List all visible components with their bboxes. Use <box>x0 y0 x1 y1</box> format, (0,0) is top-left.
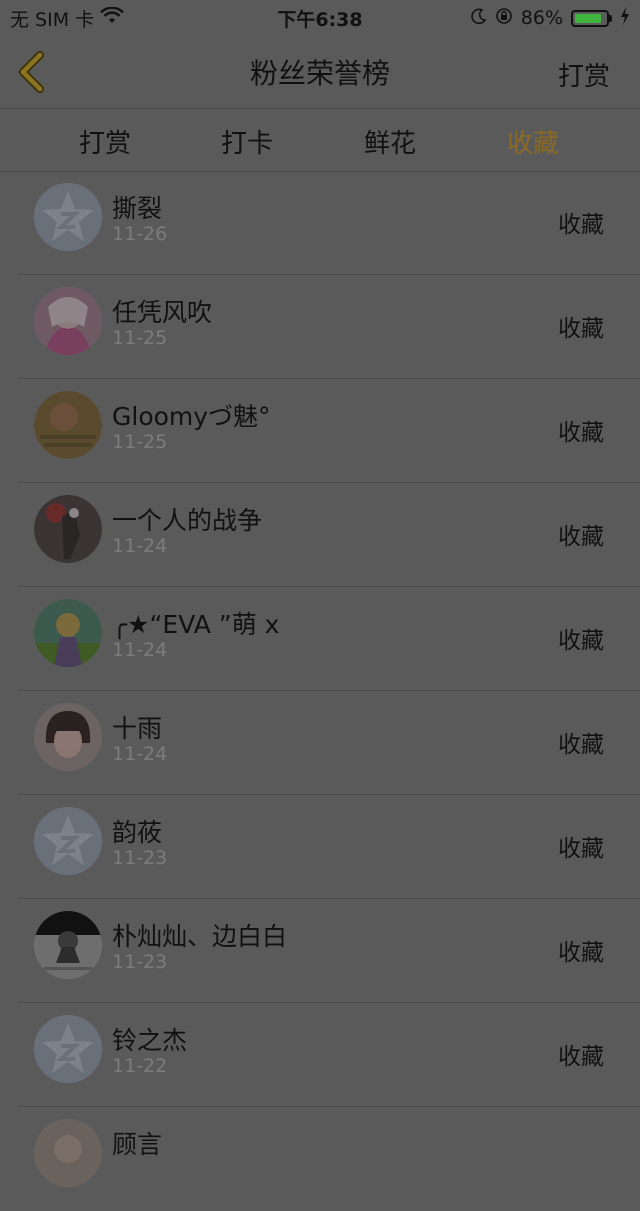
list-item[interactable]: 任凭风吹 11-25 收藏 <box>0 275 640 379</box>
battery-percent: 86% <box>520 7 563 29</box>
colorful-character-avatar <box>34 599 102 667</box>
charging-bolt-icon <box>620 6 630 30</box>
text-photo-avatar <box>34 391 102 459</box>
back-button[interactable] <box>14 50 54 94</box>
battery-icon <box>571 9 609 27</box>
status-bar: 无 SIM 卡 下午6:38 86% <box>0 0 640 36</box>
default-star-avatar <box>34 807 102 875</box>
orientation-lock-icon <box>495 7 513 30</box>
list-item-action: 收藏 <box>558 1044 604 1070</box>
list-item-action: 收藏 <box>558 836 604 862</box>
list-item-action: 收藏 <box>558 628 604 654</box>
list-item-action: 收藏 <box>558 940 604 966</box>
carrier-label: 无 SIM 卡 <box>10 8 95 31</box>
list-item[interactable]: 撕裂 11-26 收藏 <box>0 171 640 275</box>
moon-icon <box>471 7 487 29</box>
wifi-icon <box>100 6 125 30</box>
list-item-action: 收藏 <box>558 524 604 550</box>
list-item-action: 收藏 <box>558 212 604 238</box>
list-item-name: 朴灿灿、边白白 <box>112 922 288 951</box>
list-item-date: 11-26 <box>112 223 168 245</box>
list-item[interactable]: 顾言 <box>0 1107 640 1211</box>
status-left: 无 SIM 卡 <box>0 5 125 32</box>
list-item-name: 一个人的战争 <box>112 506 263 535</box>
list-item-name: 任凭风吹 <box>112 298 213 327</box>
default-star-avatar <box>34 1015 102 1083</box>
list-item[interactable]: 一个人的战争 11-24 收藏 <box>0 483 640 587</box>
tab-reward[interactable]: 打赏 <box>79 123 131 160</box>
chevron-left-icon <box>19 51 44 93</box>
tab-checkin[interactable]: 打卡 <box>221 123 273 160</box>
list-item[interactable]: 十雨 11-24 收藏 <box>0 691 640 795</box>
bw-figure-avatar <box>34 911 102 979</box>
list-item-name: 撕裂 <box>112 194 163 223</box>
page-title: 粉丝荣誉榜 <box>249 57 390 90</box>
list-item[interactable]: ╭★“EVA ”萌 x 11-24 收藏 <box>0 587 640 691</box>
anime-girl-avatar <box>34 287 102 355</box>
list-item-date: 11-23 <box>112 951 168 973</box>
list-item-name: ╭★“EVA ”萌 x <box>112 610 280 639</box>
list-item[interactable]: 韵莜 11-23 收藏 <box>0 795 640 899</box>
list-item-name: 韵莜 <box>112 818 163 847</box>
list-item-date: 11-25 <box>112 327 168 349</box>
list-item-action: 收藏 <box>558 420 604 446</box>
list-item-date: 11-24 <box>112 639 168 661</box>
reward-button[interactable]: 打赏 <box>558 56 610 93</box>
list-item-action: 收藏 <box>558 316 604 342</box>
list-item-date: 11-22 <box>112 1055 168 1077</box>
list-item-name: 十雨 <box>112 714 163 743</box>
list-item-action: 收藏 <box>558 732 604 758</box>
tab-bar: 打赏 打卡 鲜花 收藏 <box>0 109 640 172</box>
list-item-name: 顾言 <box>112 1130 163 1159</box>
list-item[interactable]: Gloomyづ魅° 11-25 收藏 <box>0 379 640 483</box>
list-item[interactable]: 朴灿灿、边白白 11-23 收藏 <box>0 899 640 1003</box>
status-right: 86% <box>471 6 640 30</box>
default-star-avatar <box>34 183 102 251</box>
list-item[interactable]: 铃之杰 11-22 收藏 <box>0 1003 640 1107</box>
list-item-name: 铃之杰 <box>112 1026 188 1055</box>
child-photo-avatar <box>34 703 102 771</box>
dark-figure-avatar <box>34 495 102 563</box>
list-item-date: 11-24 <box>112 535 168 557</box>
photo-avatar <box>34 1119 102 1187</box>
list-item-date: 11-24 <box>112 743 168 765</box>
list-item-date: 11-23 <box>112 847 168 869</box>
nav-bar: 粉丝荣誉榜 打赏 <box>0 36 640 109</box>
tab-favorites[interactable]: 收藏 <box>507 123 559 160</box>
list-item-name: Gloomyづ魅° <box>112 402 271 431</box>
fan-list: 撕裂 11-26 收藏 任凭风吹 11-25 收藏 Gloomyづ魅° 11-2… <box>0 171 640 1211</box>
list-item-date: 11-25 <box>112 431 168 453</box>
tab-flowers[interactable]: 鲜花 <box>364 123 416 160</box>
